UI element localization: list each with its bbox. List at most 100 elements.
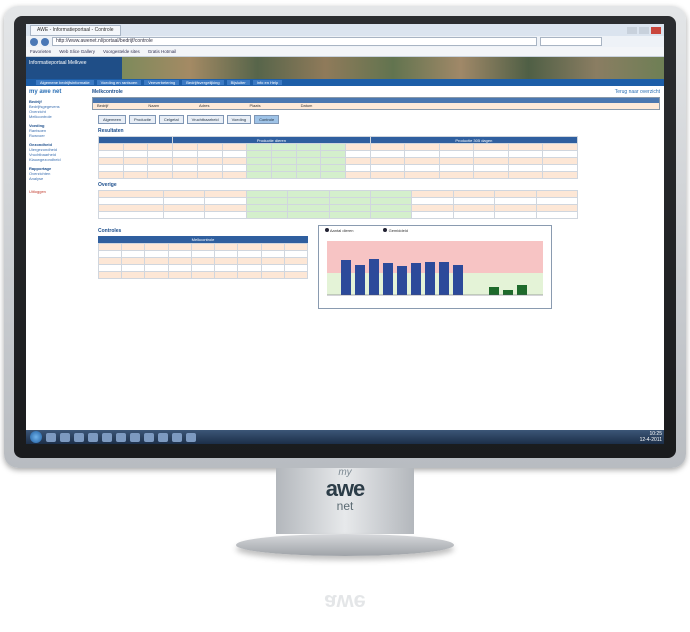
chart-legend: Aantal dieren Gemiddeld [319, 226, 551, 235]
nav-item[interactable]: Voeding en rantsoen [96, 80, 142, 85]
nav-link[interactable]: Analyse [29, 176, 85, 181]
taskbar-app-icon[interactable] [102, 432, 112, 442]
logo-line2: awe [325, 476, 366, 501]
taskbar-app-icon[interactable] [144, 432, 154, 442]
bar [503, 290, 513, 295]
table-row [98, 211, 579, 219]
info-table: Bedrijf Naam Adres Plaats Datum [92, 97, 660, 110]
column-header [97, 136, 174, 144]
bar [439, 262, 449, 295]
portal-nav: Algemene bedrijfsinformatie Voeding en r… [26, 79, 664, 86]
bar [453, 265, 463, 295]
favorite-item[interactable]: Web Slice Gallery [59, 49, 95, 54]
info-cell: Plaats [249, 103, 261, 108]
info-cell: Bedrijf [97, 103, 109, 108]
main-header: Melkcontrole Terug naar overzicht [92, 89, 660, 95]
nav-link[interactable]: Ruwvoer [29, 133, 85, 138]
minimize-icon[interactable] [627, 26, 637, 34]
controls-table [97, 243, 309, 279]
forward-icon[interactable] [41, 37, 49, 46]
maximize-icon[interactable] [639, 26, 649, 34]
taskbar-app-icon[interactable] [186, 432, 196, 442]
legend-item: Gemiddeld [383, 228, 408, 233]
table-row [97, 257, 309, 265]
bar [411, 263, 421, 295]
nav-item[interactable]: Bedrijfsvergelijking [182, 80, 224, 85]
info-cell: Datum [300, 103, 313, 108]
control-chart: Aantal dieren Gemiddeld [318, 225, 552, 309]
tab-algemeen[interactable]: Algemeen [98, 115, 127, 124]
table-row [98, 157, 578, 165]
tab-voeding[interactable]: Voeding [226, 115, 252, 124]
monitor-screen: AWE - Informatieportaal - Controle http:… [26, 24, 664, 444]
info-cell: Naam [148, 103, 160, 108]
start-button[interactable] [30, 431, 42, 443]
taskbar-app-icon[interactable] [130, 432, 140, 442]
controls-header: Melkcontrole [98, 236, 308, 243]
page-title: Melkcontrole [92, 89, 123, 95]
taskbar-app-icon[interactable] [60, 432, 70, 442]
url-input[interactable]: http://www.awenet.nl/portaal/bedrijf/con… [52, 37, 537, 46]
favorites-bar: Favorieten Web Slice Gallery Voorgesteld… [26, 47, 664, 57]
reflection-text: awe [324, 590, 366, 615]
bottom-row: Controles Melkcontrole Aantal dieren Gem… [92, 225, 660, 309]
taskbar-app-icon[interactable] [172, 432, 182, 442]
table-row [98, 197, 579, 205]
bar [489, 287, 499, 295]
nav-link[interactable]: Melkcontrole [29, 114, 85, 119]
nav-item[interactable]: Veeverbetering [144, 80, 180, 85]
window-controls [627, 26, 664, 34]
bar-chart [327, 241, 543, 296]
logo-line3: net [336, 499, 354, 513]
table-row [98, 204, 579, 212]
address-bar: http://www.awenet.nl/portaal/bedrijf/con… [26, 36, 664, 47]
legend-item: Aantal dieren [325, 228, 353, 233]
info-table-row: Bedrijf Naam Adres Plaats Datum [93, 103, 659, 109]
tab-productie[interactable]: Productie [129, 115, 156, 124]
table-row [98, 150, 578, 158]
table-row [97, 264, 309, 272]
tab-controle[interactable]: Controle [254, 115, 280, 124]
table-row [97, 250, 309, 258]
section-title: Overige [98, 182, 117, 188]
table-row [97, 271, 309, 279]
monitor-logo: my awe net [298, 468, 392, 522]
column-header: Productie dieren [172, 136, 371, 144]
nav-link[interactable]: Klauwgezondheid [29, 157, 85, 162]
logout-link[interactable]: Uitloggen [29, 189, 85, 194]
taskbar-app-icon[interactable] [116, 432, 126, 442]
nav-item[interactable]: Info en Help [252, 80, 283, 85]
controls-panel: Controles Melkcontrole [97, 225, 309, 309]
tab-vruchtbaarheid[interactable]: Vruchtbaarheid [186, 115, 224, 124]
favorite-item[interactable]: Favorieten [30, 49, 51, 54]
favorite-item[interactable]: Voorgestelde sites [103, 49, 140, 54]
close-icon[interactable] [651, 26, 661, 34]
table-row [98, 171, 578, 179]
page-content: my awe net Bedrijf Bedrijfsgegevens Over… [26, 86, 664, 312]
favorite-item[interactable]: Gratis Hotmail [148, 49, 177, 54]
bar [341, 260, 351, 295]
browser-titlebar: AWE - Informatieportaal - Controle [26, 24, 664, 36]
taskbar-app-icon[interactable] [74, 432, 84, 442]
tab-celgetal[interactable]: Celgetal [158, 115, 184, 124]
taskbar-app-icon[interactable] [158, 432, 168, 442]
browser-tab[interactable]: AWE - Informatieportaal - Controle [30, 24, 121, 36]
taskbar: 10:25 12-4-2011 [26, 430, 664, 444]
search-input[interactable] [540, 37, 602, 46]
logo-reflection: awe [296, 575, 394, 615]
portal-banner: Informatieportaal Melkvee [26, 57, 664, 79]
nav-item[interactable]: Bijsluiter [226, 80, 250, 85]
taskbar-clock[interactable]: 10:25 12-4-2011 [640, 431, 664, 443]
monitor-stand [236, 534, 454, 556]
summary-table [98, 190, 579, 219]
table-row [97, 243, 309, 251]
table-row [98, 190, 579, 198]
table-row [98, 143, 578, 151]
controls-title: Controles [98, 228, 122, 234]
back-link[interactable]: Terug naar overzicht [615, 89, 660, 95]
taskbar-app-icon[interactable] [88, 432, 98, 442]
back-icon[interactable] [30, 37, 38, 46]
myawe-logo: my awe net [29, 89, 62, 95]
taskbar-app-icon[interactable] [46, 432, 56, 442]
nav-item[interactable]: Algemene bedrijfsinformatie [36, 80, 94, 85]
